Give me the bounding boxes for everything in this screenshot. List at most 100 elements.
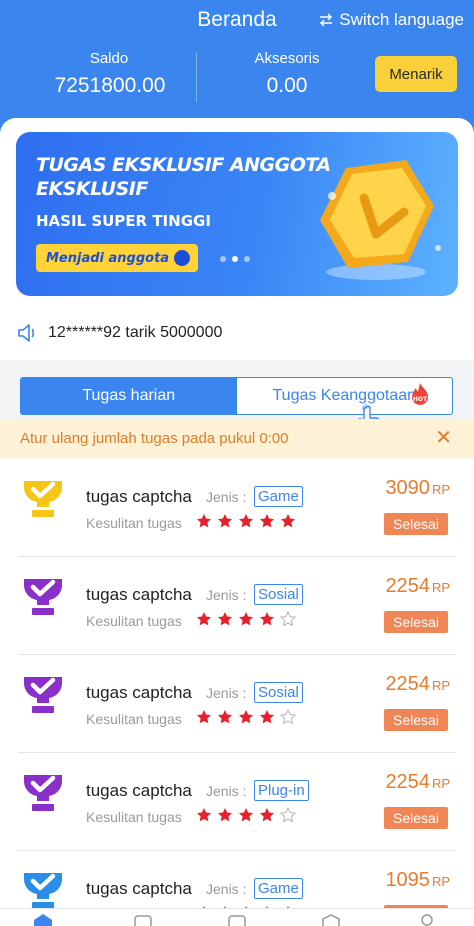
carousel-dot[interactable]	[244, 256, 250, 262]
task-reward: 3090 RP	[385, 477, 450, 500]
speaker-icon	[18, 324, 34, 342]
star-filled-icon	[197, 514, 211, 528]
star-filled-icon	[218, 612, 232, 626]
currency-unit: RP	[431, 776, 450, 791]
notice-text: 12******92 tarik 5000000	[48, 324, 223, 341]
task-name: tugas captcha	[86, 683, 192, 702]
star-filled-icon	[218, 710, 232, 724]
task-reward-value: 2254	[385, 673, 430, 695]
trophy-icon	[24, 677, 62, 713]
carousel-dot[interactable]	[220, 256, 226, 262]
currency-unit: RP	[431, 580, 450, 595]
star-filled-icon	[197, 808, 211, 822]
profile-icon[interactable]	[416, 913, 438, 926]
task-name: tugas captcha	[86, 879, 192, 898]
task-reward: 2254 RP	[385, 771, 450, 794]
currency-unit: RP	[431, 874, 450, 889]
star-filled-icon	[197, 710, 211, 724]
task-type-label: Jenis :	[206, 685, 247, 701]
star-filled-icon	[239, 612, 253, 626]
task-reward: 1095 RP	[385, 869, 450, 892]
task-type-label: Jenis :	[206, 881, 247, 897]
task-category-tag: Sosial	[254, 682, 303, 703]
task-difficulty-label: Kesulitan tugas	[86, 515, 182, 531]
nav-icon-2[interactable]	[132, 913, 154, 926]
alert-text: Atur ulang jumlah tugas pada pukul 0:00	[20, 429, 289, 447]
trophy-icon	[24, 481, 62, 517]
trophy-icon	[24, 579, 62, 615]
star-empty-icon	[280, 709, 296, 725]
trophy-icon	[24, 873, 62, 908]
swap-icon	[320, 13, 333, 27]
task-status-badge[interactable]: Selesai	[384, 807, 448, 829]
banner-title-2: EKSKLUSIF	[36, 178, 148, 200]
task-item[interactable]: tugas captcha Jenis : Sosial Kesulitan t…	[0, 655, 474, 753]
task-item[interactable]: tugas captcha Jenis : Game Kesulitan tug…	[0, 459, 474, 557]
arrow-right-icon	[174, 250, 190, 266]
star-filled-icon	[239, 710, 253, 724]
star-filled-icon	[260, 710, 274, 724]
task-reward-value: 1095	[385, 869, 430, 891]
task-type-label: Jenis :	[206, 587, 247, 603]
task-tabs: Tugas harian Tugas Keanggotaan HOT	[20, 377, 453, 415]
task-type-label: Jenis :	[206, 783, 247, 799]
task-status-badge[interactable]: Selesai	[384, 513, 448, 535]
star-filled-icon	[281, 514, 295, 528]
star-filled-icon	[218, 514, 232, 528]
star-filled-icon	[260, 514, 274, 528]
close-icon[interactable]: ✕	[435, 428, 452, 448]
carousel-dot-active[interactable]	[232, 256, 238, 262]
carousel-dots	[220, 256, 250, 262]
banner-subtitle: HASIL SUPER TINGGI	[36, 212, 211, 230]
currency-unit: RP	[431, 482, 450, 497]
task-status-badge[interactable]: Selesai	[384, 611, 448, 633]
task-name: tugas captcha	[86, 585, 192, 604]
currency-unit: RP	[431, 678, 450, 693]
task-reward: 2254 RP	[385, 575, 450, 598]
task-type-label: Jenis :	[206, 489, 247, 505]
difficulty-stars	[196, 513, 296, 529]
difficulty-stars	[196, 709, 296, 725]
tab-membership-label: Tugas Keanggotaan	[272, 387, 417, 404]
task-item[interactable]: tugas captcha Jenis : Plug-in Kesulitan …	[0, 753, 474, 851]
home-card: TUGAS EKSKLUSIF ANGGOTA EKSKLUSIF HASIL …	[0, 118, 474, 360]
aksesoris-value: 0.00	[266, 74, 308, 97]
become-member-button[interactable]: Menjadi anggota	[36, 244, 198, 272]
star-filled-icon	[197, 612, 211, 626]
saldo-label: Saldo	[89, 50, 129, 67]
task-status-badge[interactable]: Selesai	[384, 709, 448, 731]
membership-banner[interactable]: TUGAS EKSKLUSIF ANGGOTA EKSKLUSIF HASIL …	[16, 132, 458, 296]
star-filled-icon	[260, 612, 274, 626]
nav-icon-4[interactable]	[320, 913, 342, 926]
banner-title: TUGAS EKSKLUSIF ANGGOTA	[36, 154, 331, 176]
withdraw-notice: 12******92 tarik 5000000	[16, 320, 222, 346]
switch-language-label: Switch language	[339, 10, 464, 29]
aksesoris-label: Aksesoris	[254, 50, 320, 67]
task-item[interactable]: tugas captcha Jenis : Sosial Kesulitan t…	[0, 557, 474, 655]
star-filled-icon	[218, 808, 232, 822]
bottom-nav	[0, 908, 474, 926]
task-name: tugas captcha	[86, 781, 192, 800]
trophy-icon	[24, 775, 62, 811]
task-category-tag: Sosial	[254, 584, 303, 605]
difficulty-stars	[196, 807, 296, 823]
withdraw-button[interactable]: Menarik	[375, 56, 457, 92]
reset-alert: Atur ulang jumlah tugas pada pukul 0:00 …	[0, 419, 474, 457]
home-icon[interactable]	[32, 913, 54, 926]
hot-badge: HOT	[413, 396, 428, 403]
task-name: tugas captcha	[86, 487, 192, 506]
gold-badge-icon	[320, 160, 441, 280]
task-list: tugas captcha Jenis : Game Kesulitan tug…	[0, 459, 474, 908]
become-member-label: Menjadi anggota	[46, 250, 170, 266]
star-filled-icon	[260, 808, 274, 822]
task-difficulty-label: Kesulitan tugas	[86, 613, 182, 629]
switch-language-button[interactable]: Switch language	[318, 10, 464, 30]
nav-icon-3[interactable]	[226, 913, 248, 926]
task-item[interactable]: tugas captcha Jenis : Game Kesulitan tug…	[0, 851, 474, 908]
tab-membership-tasks[interactable]: Tugas Keanggotaan HOT	[237, 378, 453, 414]
star-empty-icon	[280, 611, 296, 627]
balance-divider	[196, 52, 197, 102]
tab-daily-tasks[interactable]: Tugas harian	[21, 378, 237, 414]
task-reward: 2254 RP	[385, 673, 450, 696]
difficulty-stars	[196, 611, 296, 627]
